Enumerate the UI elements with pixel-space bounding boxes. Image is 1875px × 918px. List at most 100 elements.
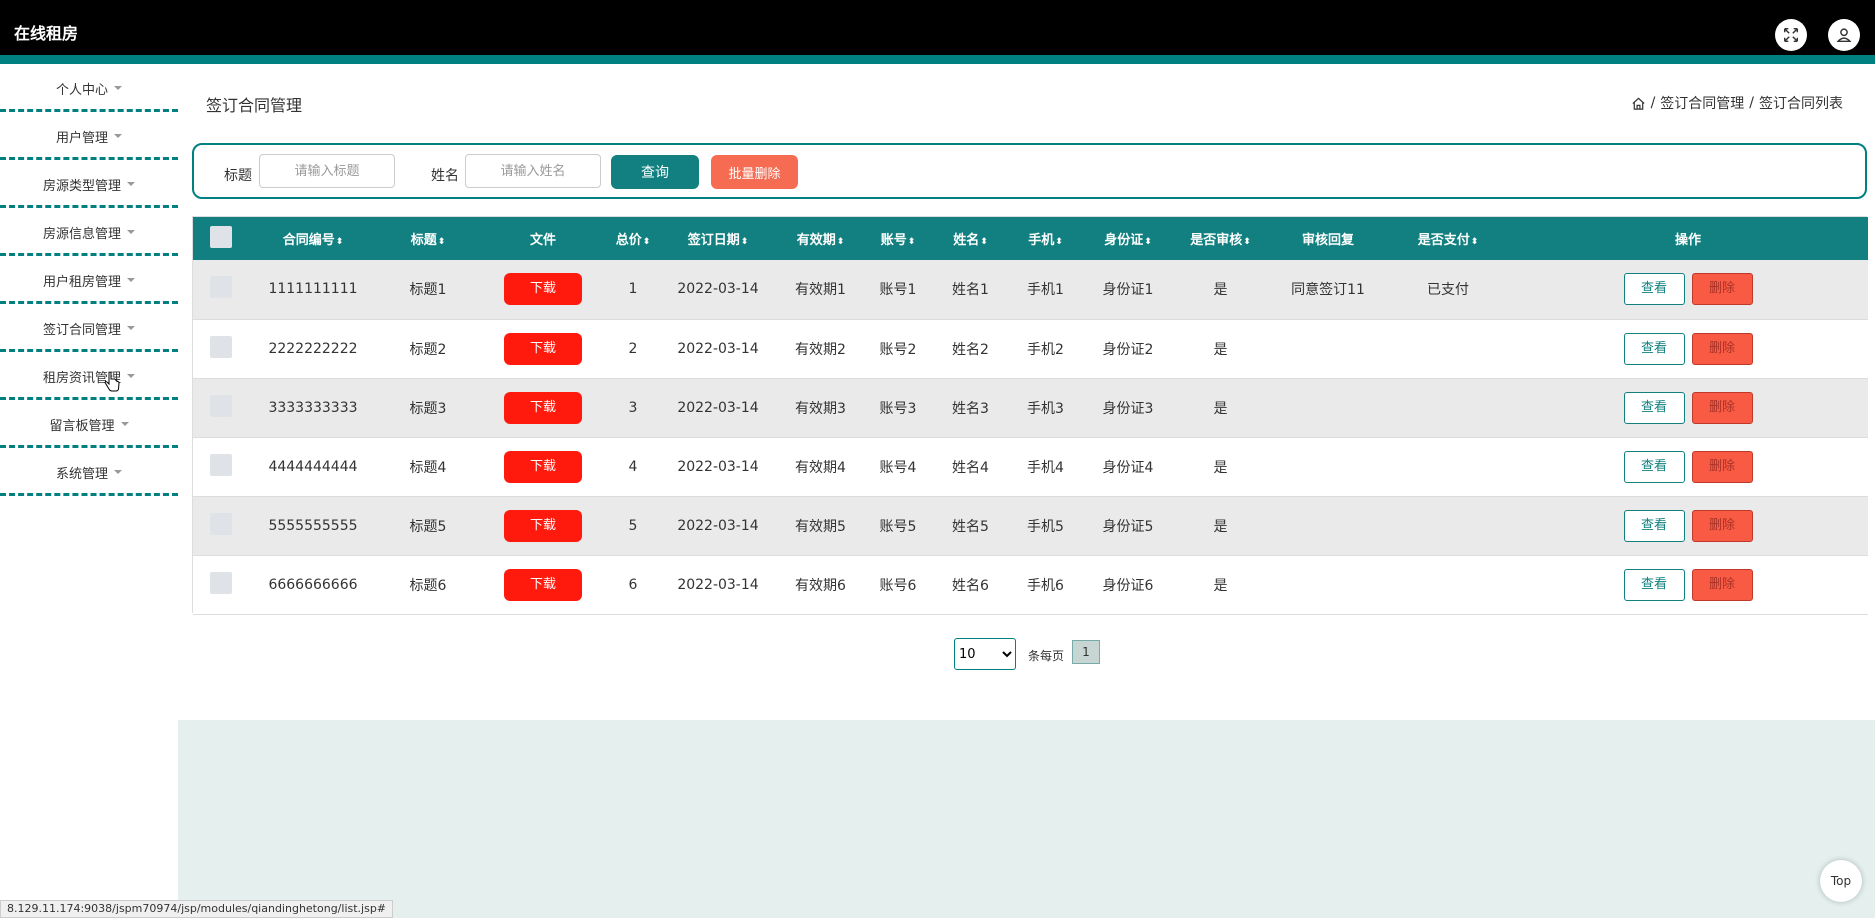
download-button[interactable]: 下载: [504, 273, 582, 306]
user-button[interactable]: [1828, 19, 1860, 51]
cell-phone: 手机1: [1027, 282, 1064, 299]
table-row: 5555555555 标题5 下载 5 2022-03-14 有效期5 账号5 …: [193, 496, 1868, 555]
view-button[interactable]: 查看: [1623, 391, 1685, 424]
delete-button[interactable]: 删除: [1691, 332, 1753, 365]
cell-name: 姓名6: [952, 577, 989, 594]
row-checkbox[interactable]: [209, 276, 232, 299]
sidebar-item-contracts[interactable]: 签订合同管理: [0, 304, 178, 352]
cell-validity: 有效期6: [795, 577, 846, 594]
header-title[interactable]: 标题⬍: [378, 217, 478, 260]
row-checkbox[interactable]: [209, 512, 232, 535]
sidebar-item-house-types[interactable]: 房源类型管理: [0, 160, 178, 208]
sort-icon: ⬍: [335, 237, 344, 247]
sidebar-item-messages[interactable]: 留言板管理: [0, 400, 178, 448]
cell-account: 账号3: [879, 400, 917, 417]
sidebar-item-profile[interactable]: 个人中心: [0, 64, 178, 112]
cell-account: 账号6: [879, 577, 917, 594]
sort-icon: ⬍: [1055, 237, 1063, 247]
cell-contract-no: 1111111111: [268, 281, 358, 298]
cell-contract-no: 4444444444: [268, 458, 358, 475]
name-search-input[interactable]: [465, 154, 601, 188]
sidebar-item-label: 用户管理: [55, 130, 108, 146]
cell-reviewed: 是: [1213, 341, 1228, 358]
download-button[interactable]: 下载: [504, 509, 582, 542]
cell-phone: 手机2: [1027, 341, 1064, 358]
delete-button[interactable]: 删除: [1691, 391, 1753, 424]
header-name[interactable]: 姓名⬍: [933, 217, 1008, 260]
cell-reviewed: 是: [1213, 459, 1228, 476]
sidebar-item-users[interactable]: 用户管理: [0, 112, 178, 160]
view-button[interactable]: 查看: [1623, 332, 1685, 365]
caret-down-icon: [114, 134, 122, 138]
row-checkbox[interactable]: [209, 571, 232, 594]
title-search-input[interactable]: [259, 154, 395, 188]
cell-phone: 手机5: [1027, 518, 1064, 535]
header-paid[interactable]: 是否支付⬍: [1388, 217, 1508, 260]
header-id-card[interactable]: 身份证⬍: [1083, 217, 1173, 260]
page-number-button[interactable]: 1: [1072, 640, 1100, 664]
download-button[interactable]: 下载: [504, 391, 582, 424]
sidebar: 个人中心 用户管理 房源类型管理 房源信息管理 用户租房管理 签订合同管理 租房…: [0, 64, 178, 918]
download-button[interactable]: 下载: [504, 450, 582, 483]
cell-review-reply: [1268, 437, 1388, 496]
hand-cursor-icon: [104, 372, 120, 392]
delete-button[interactable]: 删除: [1691, 273, 1753, 306]
view-button[interactable]: 查看: [1623, 509, 1685, 542]
table-header-row: 合同编号⬍ 标题⬍ 文件 总价⬍ 签订日期⬍ 有效期⬍ 账号⬍ 姓名⬍ 手机⬍ …: [193, 217, 1868, 260]
header-sign-date[interactable]: 签订日期⬍: [658, 217, 778, 260]
sidebar-item-rentals[interactable]: 用户租房管理: [0, 256, 178, 304]
breadcrumb-level1[interactable]: 签订合同管理: [1660, 93, 1744, 113]
breadcrumb-separator: /: [1749, 95, 1754, 111]
breadcrumb: / 签订合同管理 / 签订合同列表: [1631, 93, 1843, 113]
header-account[interactable]: 账号⬍: [863, 217, 933, 260]
cell-account: 账号1: [879, 282, 917, 299]
row-checkbox[interactable]: [209, 335, 232, 358]
delete-button[interactable]: 删除: [1691, 568, 1753, 601]
query-button[interactable]: 查询: [611, 155, 699, 189]
row-checkbox[interactable]: [209, 394, 232, 417]
cell-review-reply: [1268, 555, 1388, 614]
name-label: 姓名: [431, 168, 459, 184]
sidebar-item-news[interactable]: 租房资讯管理: [0, 352, 178, 400]
header-contract-no[interactable]: 合同编号⬍: [248, 217, 378, 260]
cell-total-price: 1: [628, 281, 638, 298]
sidebar-divider: [0, 493, 178, 496]
cell-paid: [1388, 378, 1508, 437]
view-button[interactable]: 查看: [1623, 273, 1685, 306]
sort-icon: ⬍: [907, 237, 916, 247]
page-title: 签订合同管理: [206, 96, 303, 115]
sidebar-item-system[interactable]: 系统管理: [0, 448, 178, 496]
cell-sign-date: 2022-03-14: [677, 458, 759, 475]
cell-sign-date: 2022-03-14: [677, 517, 759, 534]
row-checkbox[interactable]: [209, 453, 232, 476]
header-total-price[interactable]: 总价⬍: [608, 217, 658, 260]
cell-title: 标题2: [409, 341, 447, 358]
batch-delete-button[interactable]: 批量删除: [711, 155, 798, 189]
delete-button[interactable]: 删除: [1691, 450, 1753, 483]
view-button[interactable]: 查看: [1623, 450, 1685, 483]
back-to-top-button[interactable]: Top: [1820, 860, 1862, 902]
sort-icon: ⬍: [642, 237, 651, 247]
view-button[interactable]: 查看: [1623, 568, 1685, 601]
sidebar-item-house-info[interactable]: 房源信息管理: [0, 208, 178, 256]
header-phone[interactable]: 手机⬍: [1008, 217, 1083, 260]
home-icon[interactable]: [1631, 96, 1646, 111]
download-button[interactable]: 下载: [504, 332, 582, 365]
caret-down-icon: [127, 326, 135, 330]
header-reviewed[interactable]: 是否审核⬍: [1173, 217, 1268, 260]
fullscreen-button[interactable]: [1775, 19, 1807, 51]
cell-contract-no: 2222222222: [268, 340, 358, 357]
cell-total-price: 6: [628, 576, 638, 593]
table-row: 2222222222 标题2 下载 2 2022-03-14 有效期2 账号2 …: [193, 319, 1868, 378]
delete-button[interactable]: 删除: [1691, 509, 1753, 542]
caret-down-icon: [127, 374, 135, 378]
sort-icon: ⬍: [980, 237, 988, 247]
cell-name: 姓名5: [952, 518, 989, 535]
header-accent-stripe: [0, 55, 1875, 64]
select-all-checkbox[interactable]: [209, 225, 232, 248]
sidebar-item-label: 系统管理: [55, 466, 108, 482]
page-size-select[interactable]: 10: [954, 638, 1016, 670]
header-validity[interactable]: 有效期⬍: [778, 217, 863, 260]
cell-validity: 有效期2: [795, 341, 846, 358]
download-button[interactable]: 下载: [504, 568, 582, 601]
